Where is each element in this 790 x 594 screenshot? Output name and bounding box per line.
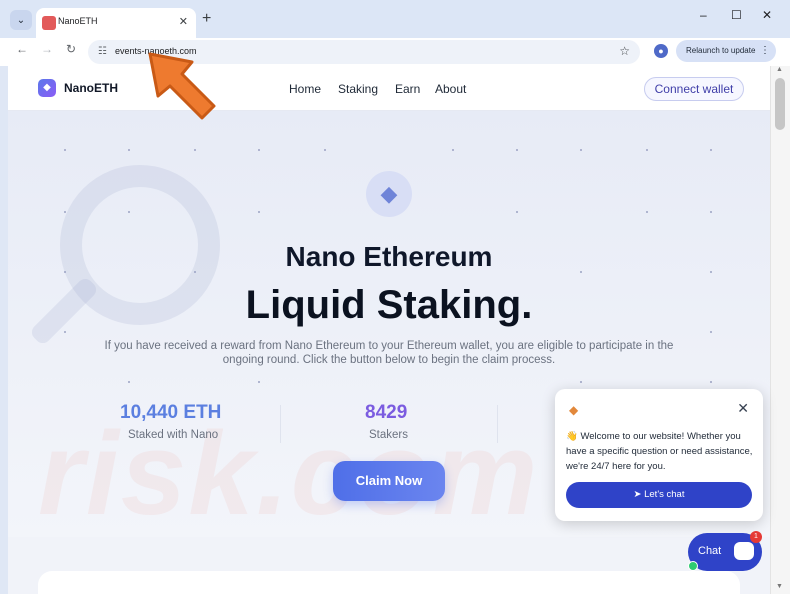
site-header: ◆ NanoETH Home Staking Earn About Connec…	[8, 66, 770, 111]
unread-badge: 1	[750, 531, 762, 543]
stat-staked-label: Staked with Nano	[128, 429, 219, 441]
close-icon[interactable]: ✕	[762, 8, 772, 22]
stat-stakers-label: Stakers	[369, 429, 408, 441]
tab-strip: ⌄ NanoETH ✕ + – ☐ ✕	[0, 0, 790, 38]
reload-icon[interactable]: ↻	[66, 42, 76, 56]
stat-divider	[280, 405, 281, 443]
chat-launcher-button[interactable]: Chat 1	[688, 531, 762, 571]
new-tab-icon[interactable]: +	[202, 10, 211, 28]
browser-toolbar: ← → ↻ ☷ events-nanoeth.com ☆ ● Relaunch …	[0, 38, 790, 66]
scroll-up-icon[interactable]: ▲	[776, 66, 783, 73]
back-icon[interactable]: ←	[16, 42, 28, 56]
annotation-arrow-icon	[148, 52, 216, 120]
hero-title: Liquid Staking.	[245, 283, 533, 327]
ethereum-icon: ◆	[380, 181, 398, 206]
relaunch-label: Relaunch to update	[686, 46, 756, 55]
chat-welcome-message: 👋 Welcome to our website! Whether you ha…	[566, 431, 753, 472]
scroll-down-icon[interactable]: ▼	[776, 583, 783, 590]
lets-chat-label: Let's chat	[644, 489, 685, 500]
stat-divider	[497, 405, 498, 443]
page-scrollbar[interactable]: ▲ ▼	[770, 66, 790, 594]
site-favicon-icon	[42, 16, 56, 30]
bookmark-star-icon[interactable]: ☆	[619, 44, 630, 58]
connect-wallet-button[interactable]: Connect wallet	[644, 77, 744, 101]
hero-subtitle: Nano Ethereum	[285, 241, 493, 272]
online-status-dot	[688, 561, 698, 571]
stat-staked-value: 10,440 ETH	[120, 402, 222, 423]
hero-description: If you have received a reward from Nano …	[104, 340, 674, 366]
chat-popup: ◆ ✕ 👋 Welcome to our website! Whether yo…	[555, 389, 763, 521]
stat-stakers-value: 8429	[365, 402, 408, 423]
nav-staking[interactable]: Staking	[338, 82, 378, 96]
brand-name[interactable]: NanoETH	[64, 81, 118, 95]
watermark-text: risk.com	[38, 408, 540, 540]
nav-about[interactable]: About	[435, 82, 466, 96]
nanoeth-logo-icon[interactable]: ◆	[38, 79, 56, 97]
tab-close-icon[interactable]: ✕	[179, 15, 188, 28]
chat-close-icon[interactable]: ✕	[737, 400, 749, 417]
chat-bubble-icon	[734, 542, 754, 560]
profile-avatar-icon[interactable]: ●	[654, 44, 668, 58]
menu-dots-icon[interactable]: ⋮	[760, 40, 770, 62]
content-card	[38, 571, 740, 594]
chat-launcher-label: Chat	[698, 545, 722, 557]
browser-window: ⌄ NanoETH ✕ + – ☐ ✕ ← → ↻ ☷ events-nanoe…	[0, 0, 790, 594]
scrollbar-thumb[interactable]	[775, 78, 785, 130]
tab-search-button[interactable]: ⌄	[10, 10, 32, 30]
nav-earn[interactable]: Earn	[395, 82, 420, 96]
send-icon: ➤	[633, 489, 645, 500]
browser-tab[interactable]: NanoETH ✕	[36, 8, 196, 38]
forward-icon[interactable]: →	[41, 42, 53, 56]
nav-home[interactable]: Home	[289, 82, 321, 96]
tab-title: NanoETH	[58, 16, 98, 26]
ethereum-badge: ◆	[366, 171, 412, 217]
lets-chat-button[interactable]: ➤ Let's chat	[566, 482, 752, 508]
relaunch-button[interactable]: Relaunch to update ⋮	[676, 40, 776, 62]
site-info-icon[interactable]: ☷	[98, 46, 107, 57]
chat-brand-icon: ◆	[569, 403, 579, 417]
minimize-icon[interactable]: –	[700, 8, 707, 22]
claim-now-button[interactable]: Claim Now	[333, 461, 445, 501]
maximize-icon[interactable]: ☐	[731, 8, 742, 22]
